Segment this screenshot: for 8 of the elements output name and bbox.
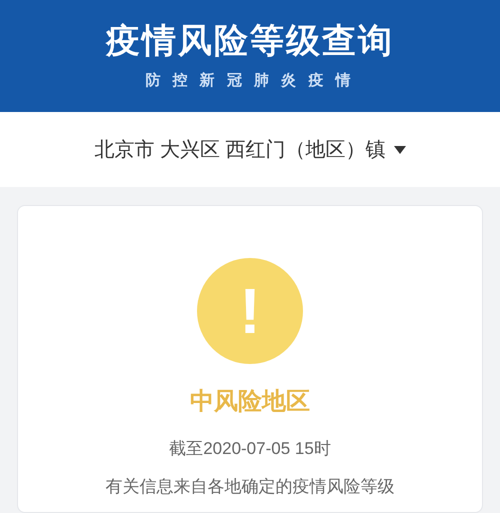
- source-note: 有关信息来自各地确定的疫情风险等级: [106, 476, 394, 498]
- warning-icon: !: [197, 258, 303, 364]
- caret-icon: [394, 146, 406, 154]
- page-subtitle: 防 控 新 冠 肺 炎 疫 情: [145, 71, 355, 91]
- update-time: 截至2020-07-05 15时: [169, 438, 331, 460]
- location-selector[interactable]: 北京市 大兴区 西红门（地区）镇: [0, 112, 500, 187]
- page-title: 疫情风险等级查询: [106, 20, 394, 62]
- risk-level: 中风险地区: [190, 387, 310, 417]
